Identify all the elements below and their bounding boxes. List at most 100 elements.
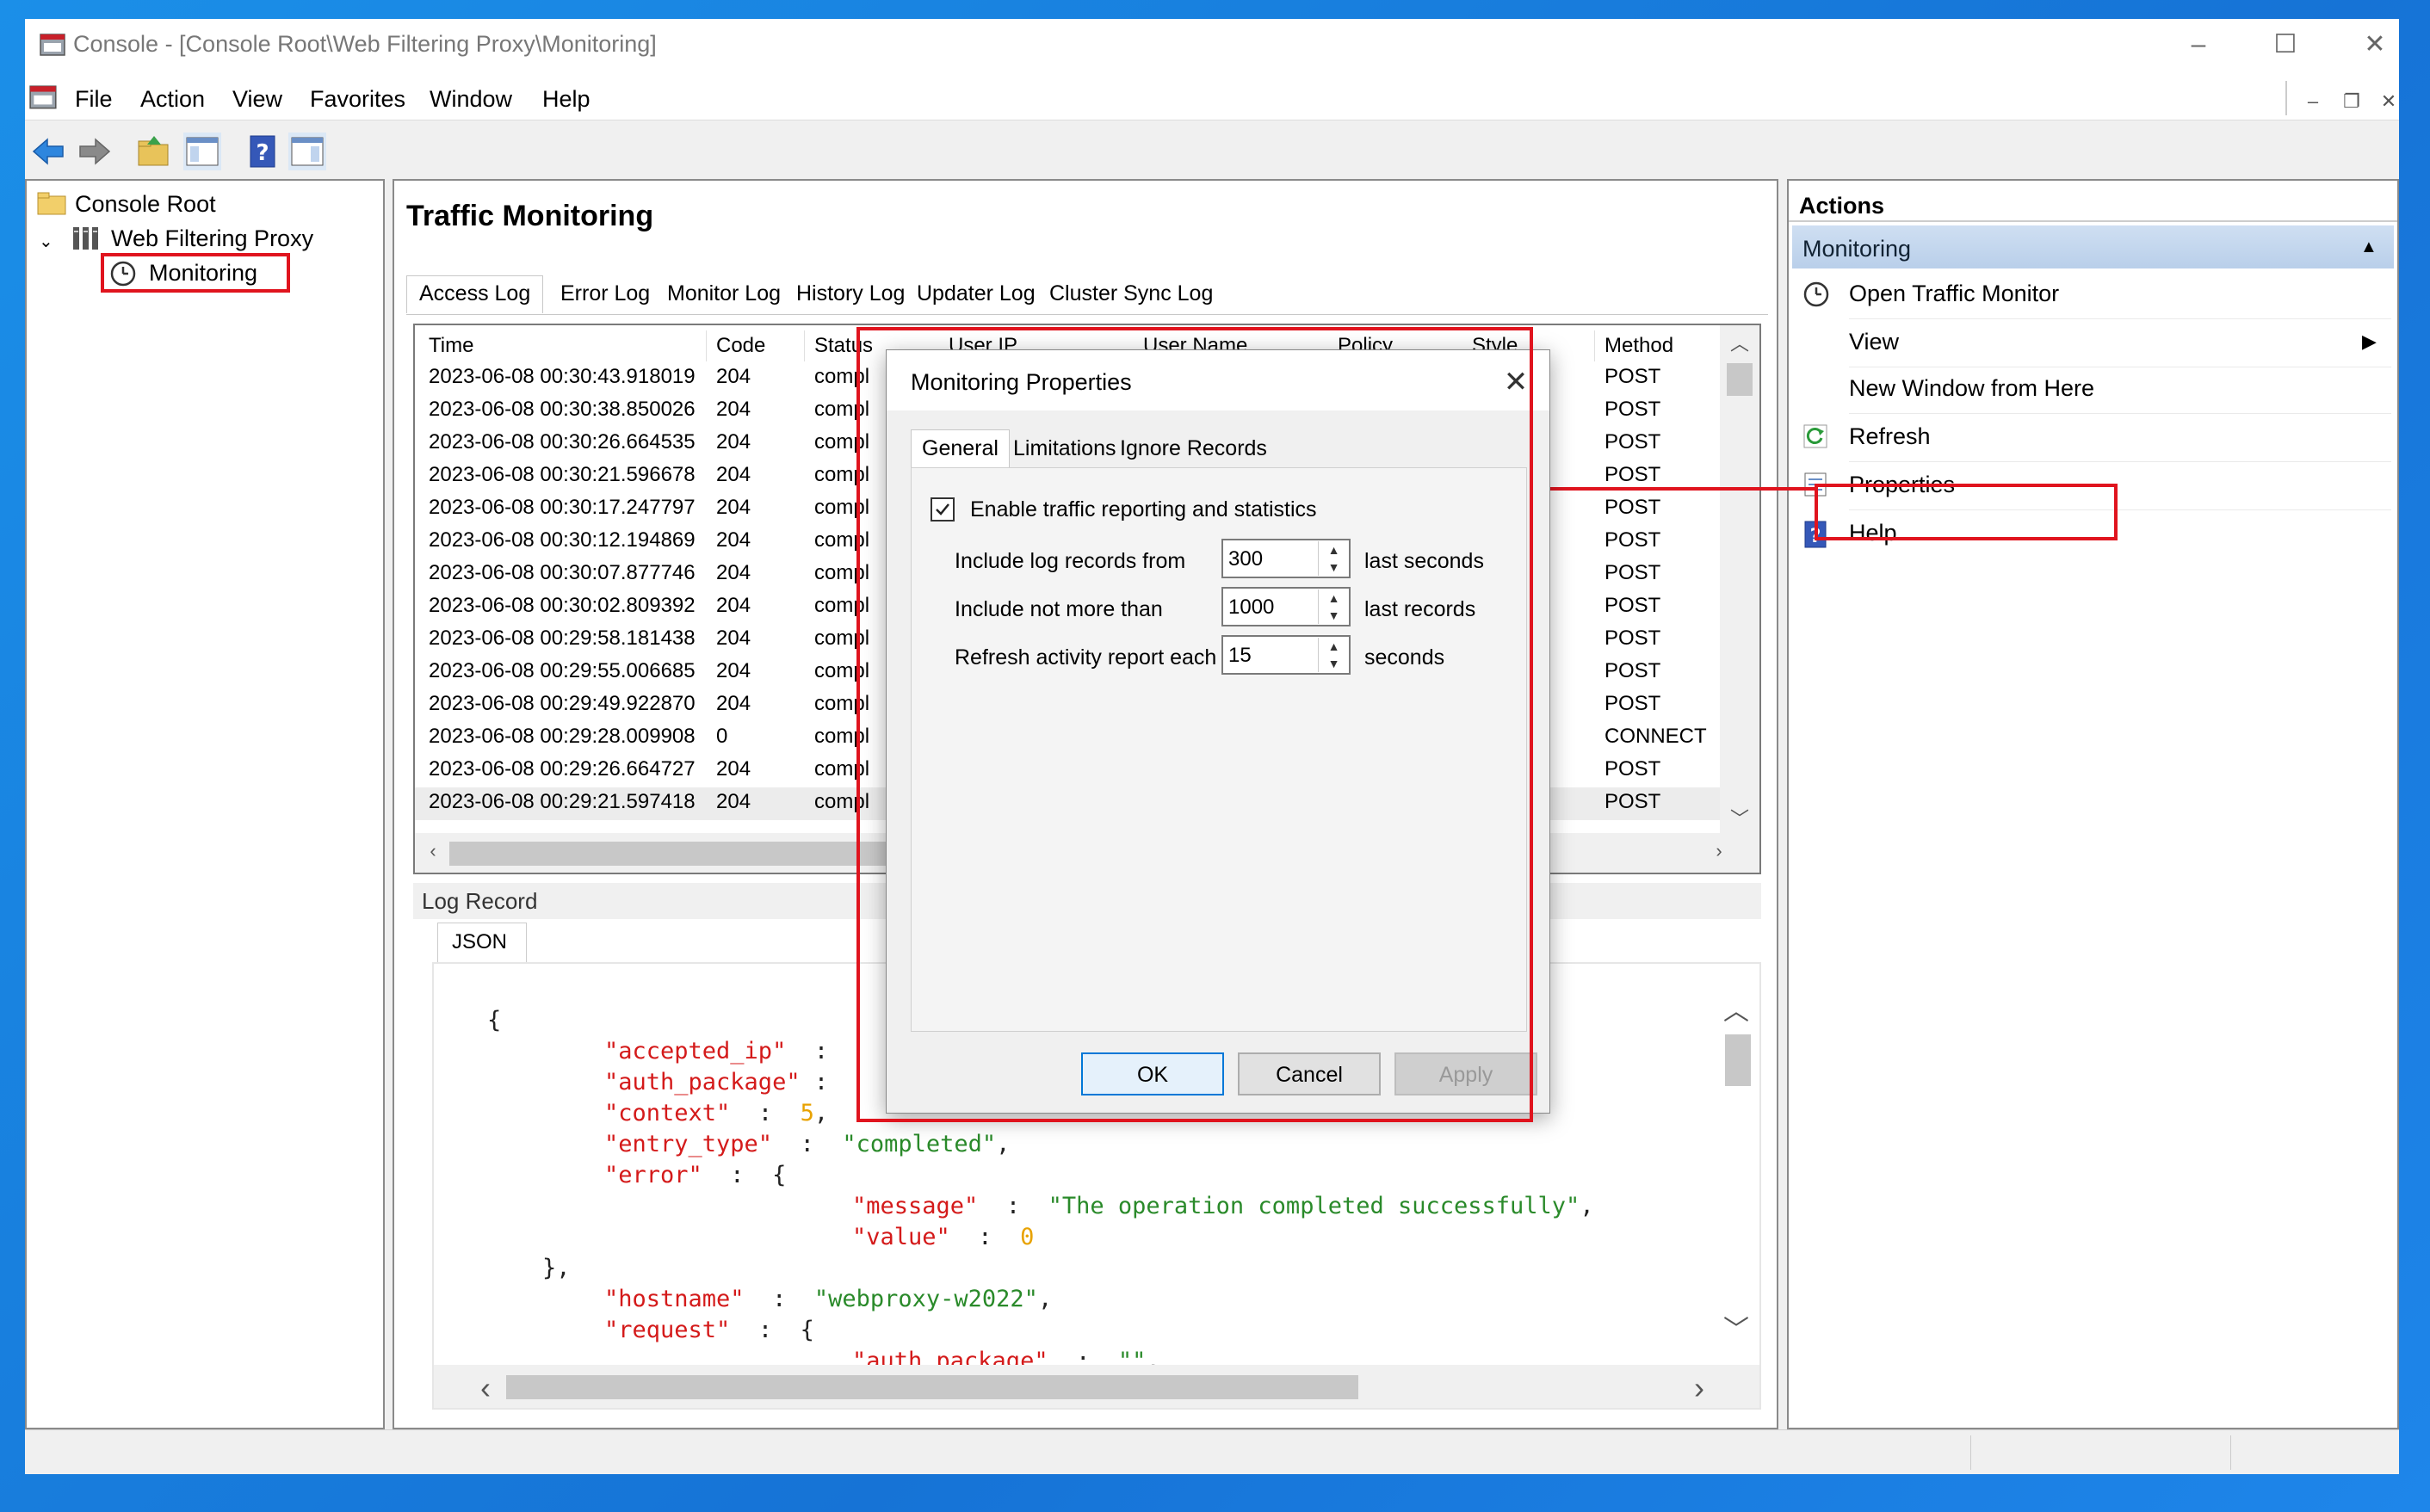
cell-code[interactable]: 204 (716, 626, 751, 651)
cell-code[interactable]: 204 (716, 398, 751, 422)
cell-method[interactable]: CONNECT (1605, 725, 1707, 749)
menu-view[interactable]: View (232, 86, 282, 113)
help-book-icon[interactable]: ? (244, 133, 281, 170)
cell-method[interactable]: POST (1605, 594, 1660, 618)
column-separator[interactable] (1594, 330, 1595, 361)
cell-time[interactable]: 2023-06-08 00:29:28.009908 (429, 725, 696, 749)
cell-time[interactable]: 2023-06-08 00:30:17.247797 (429, 496, 696, 520)
show-hide-tree-icon[interactable] (183, 133, 221, 170)
column-separator[interactable] (706, 330, 707, 361)
tab-history-log[interactable]: History Log (783, 275, 918, 313)
minimize-button[interactable]: – (2173, 28, 2224, 62)
column-separator[interactable] (804, 330, 805, 361)
action-refresh[interactable]: Refresh (1849, 423, 1931, 450)
json-vertical-scrollbar[interactable]: ︿ ﹀ (1715, 964, 1758, 1365)
cell-method[interactable]: POST (1605, 365, 1660, 389)
scroll-down-icon[interactable]: ﹀ (1720, 804, 1759, 831)
cell-code[interactable]: 204 (716, 528, 751, 552)
actions-section-monitoring[interactable]: Monitoring ▲ (1792, 225, 2394, 268)
tree-item-web-filtering-proxy[interactable]: Web Filtering Proxy (111, 225, 313, 252)
cell-time[interactable]: 2023-06-08 00:29:58.181438 (429, 626, 696, 651)
scroll-right-icon[interactable]: › (1682, 1370, 1716, 1406)
tree-item-console-root[interactable]: Console Root (75, 191, 216, 218)
action-open-traffic-monitor[interactable]: Open Traffic Monitor (1849, 281, 2059, 307)
scroll-thumb[interactable] (1727, 363, 1753, 396)
cell-time[interactable]: 2023-06-08 00:30:43.918019 (429, 365, 696, 389)
chevron-down-icon[interactable]: ⌄ (39, 231, 53, 252)
cell-method[interactable]: POST (1605, 561, 1660, 585)
menu-favorites[interactable]: Favorites (310, 86, 405, 113)
menu-bar: File Action View Favorites Window Help –… (25, 77, 2399, 120)
cell-time[interactable]: 2023-06-08 00:30:26.664535 (429, 430, 696, 454)
cell-method[interactable]: POST (1605, 757, 1660, 781)
column-header-time[interactable]: Time (429, 334, 473, 358)
cell-method[interactable]: POST (1605, 692, 1660, 716)
console-menu-icon[interactable] (28, 83, 59, 114)
cell-code[interactable]: 204 (716, 430, 751, 454)
mdi-restore-button[interactable]: ❐ (2336, 86, 2367, 117)
cell-method[interactable]: POST (1605, 398, 1660, 422)
cell-code[interactable]: 0 (716, 725, 727, 749)
scroll-right-icon[interactable]: › (1706, 840, 1732, 862)
maximize-button[interactable]: ☐ (2260, 28, 2311, 62)
cell-code[interactable]: 204 (716, 692, 751, 716)
vertical-scrollbar[interactable]: ︿ ﹀ (1720, 325, 1759, 833)
scroll-down-icon[interactable]: ﹀ (1715, 1308, 1758, 1346)
column-header-code[interactable]: Code (716, 334, 765, 358)
cell-code[interactable]: 204 (716, 594, 751, 618)
close-window-button[interactable]: ✕ (2349, 28, 2401, 62)
tab-access-log[interactable]: Access Log (406, 275, 544, 313)
json-line: "request" : { (604, 1317, 814, 1343)
tab-cluster-sync-log[interactable]: Cluster Sync Log (1036, 275, 1226, 313)
action-view[interactable]: View (1849, 329, 1899, 355)
scroll-thumb[interactable] (1725, 1034, 1751, 1086)
cell-code[interactable]: 204 (716, 659, 751, 683)
tab-json[interactable]: JSON (437, 923, 527, 964)
mdi-close-button[interactable]: ✕ (2373, 86, 2404, 117)
cell-time[interactable]: 2023-06-08 00:29:21.597418 (429, 790, 696, 814)
cell-method[interactable]: POST (1605, 496, 1660, 520)
tab-error-log[interactable]: Error Log (547, 275, 663, 313)
menu-file[interactable]: File (75, 86, 113, 113)
cell-time[interactable]: 2023-06-08 00:30:38.850026 (429, 398, 696, 422)
scroll-up-icon[interactable]: ︿ (1715, 990, 1758, 1028)
cell-time[interactable]: 2023-06-08 00:30:02.809392 (429, 594, 696, 618)
cell-code[interactable]: 204 (716, 365, 751, 389)
scroll-thumb-horizontal[interactable] (506, 1375, 1358, 1399)
menu-window[interactable]: Window (430, 86, 512, 113)
cell-time[interactable]: 2023-06-08 00:29:55.006685 (429, 659, 696, 683)
cell-method[interactable]: POST (1605, 790, 1660, 814)
cell-code[interactable]: 204 (716, 496, 751, 520)
cell-method[interactable]: POST (1605, 626, 1660, 651)
menu-action[interactable]: Action (140, 86, 205, 113)
cell-method[interactable]: POST (1605, 659, 1660, 683)
column-header-method[interactable]: Method (1605, 334, 1673, 358)
cell-method[interactable]: POST (1605, 463, 1660, 487)
scroll-up-icon[interactable]: ︿ (1720, 329, 1759, 356)
cell-time[interactable]: 2023-06-08 00:30:21.596678 (429, 463, 696, 487)
tab-updater-log[interactable]: Updater Log (904, 275, 1048, 313)
tab-monitor-log[interactable]: Monitor Log (654, 275, 794, 313)
cell-method[interactable]: POST (1605, 430, 1660, 454)
forward-arrow-icon[interactable] (75, 133, 113, 170)
up-folder-icon[interactable] (135, 133, 173, 170)
cell-time[interactable]: 2023-06-08 00:29:49.922870 (429, 692, 696, 716)
action-new-window-from-here[interactable]: New Window from Here (1849, 375, 2094, 402)
back-arrow-icon[interactable] (30, 133, 68, 170)
scroll-left-icon[interactable]: ‹ (468, 1370, 503, 1406)
cell-method[interactable]: POST (1605, 528, 1660, 552)
cell-time[interactable]: 2023-06-08 00:30:12.194869 (429, 528, 696, 552)
json-horizontal-scrollbar[interactable]: ‹ › (434, 1365, 1759, 1408)
cell-time[interactable]: 2023-06-08 00:29:26.664727 (429, 757, 696, 781)
json-value: 0 (1020, 1224, 1035, 1250)
show-hide-action-pane-icon[interactable] (288, 133, 326, 170)
cell-time[interactable]: 2023-06-08 00:30:07.877746 (429, 561, 696, 585)
mdi-minimize-button[interactable]: – (2297, 86, 2328, 117)
menu-help[interactable]: Help (542, 86, 590, 113)
cell-code[interactable]: 204 (716, 790, 751, 814)
collapse-triangle-icon[interactable]: ▲ (2360, 238, 2377, 257)
scroll-left-icon[interactable]: ‹ (420, 840, 446, 862)
cell-code[interactable]: 204 (716, 561, 751, 585)
cell-code[interactable]: 204 (716, 463, 751, 487)
cell-code[interactable]: 204 (716, 757, 751, 781)
